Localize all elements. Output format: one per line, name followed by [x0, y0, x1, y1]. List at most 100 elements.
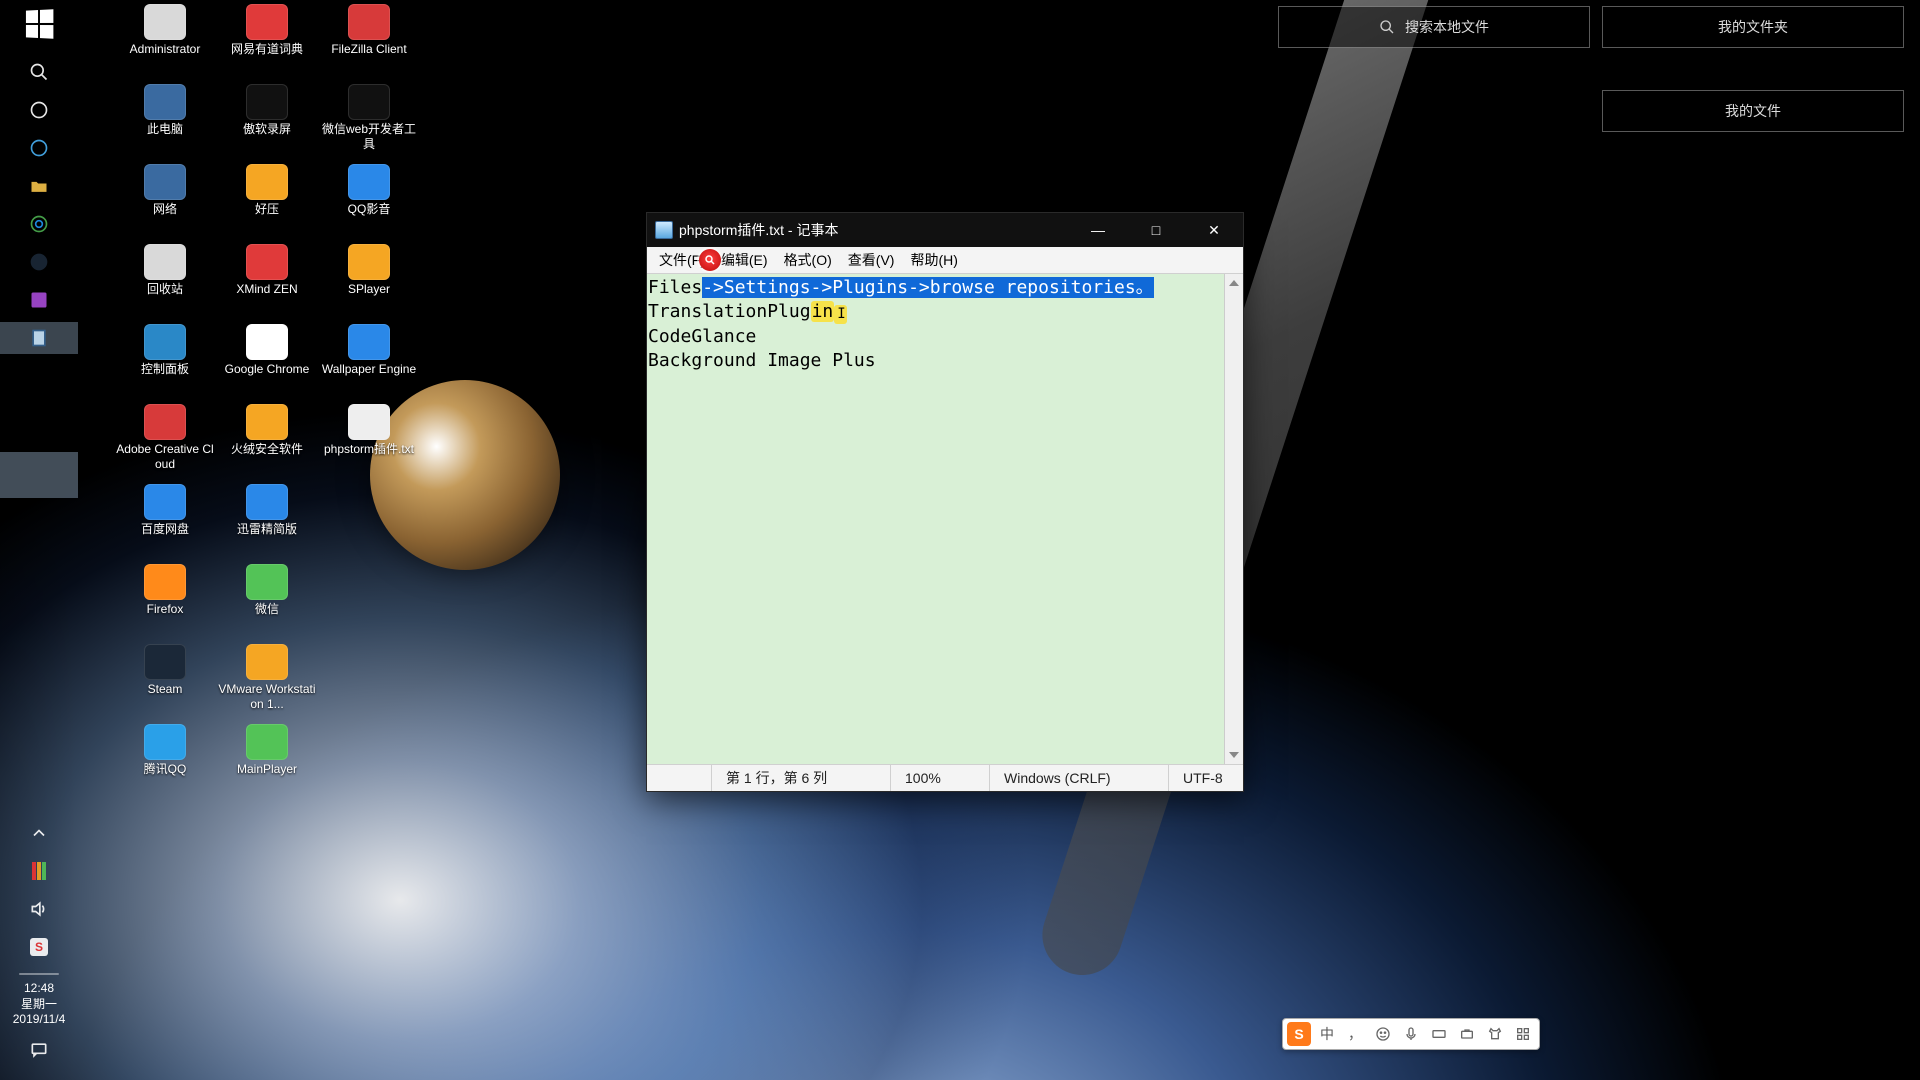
text-line-4: Background Image Plus: [648, 349, 1241, 373]
app-icon: [348, 244, 390, 280]
app-icon: [246, 4, 288, 40]
notepad-vertical-scrollbar[interactable]: [1224, 274, 1243, 764]
desktop-icon-icon[interactable]: 百度网盘: [114, 484, 216, 564]
search-icon[interactable]: [29, 56, 49, 88]
desktop-search-box[interactable]: 搜索本地文件: [1278, 6, 1590, 48]
desktop-icon-label: 迅雷精简版: [237, 522, 297, 537]
desktop-icon-wallpaper-engine[interactable]: Wallpaper Engine: [318, 324, 420, 404]
taskbar-app-notepad[interactable]: [0, 322, 78, 354]
text-line-1-lead: Files: [648, 277, 702, 298]
desktop-icon-label: 百度网盘: [141, 522, 189, 537]
ime-grid-button[interactable]: [1511, 1022, 1535, 1046]
desktop-icon-web[interactable]: 微信web开发者工具: [318, 84, 420, 164]
desktop-col-0: Administrator 此电脑网络回收站控制面板Adobe Creative …: [114, 4, 216, 804]
ime-keyboard-button[interactable]: [1427, 1022, 1451, 1046]
desktop-icon-firefox[interactable]: Firefox: [114, 564, 216, 644]
cortana-icon[interactable]: [29, 94, 49, 126]
taskbar-app-steam[interactable]: [29, 246, 49, 278]
desktop-icon-label: 网易有道词典: [231, 42, 303, 57]
desktop-icon-label: 微信: [255, 602, 279, 617]
desktop-icon-label: Administrator: [130, 42, 201, 57]
desktop-icon-icon[interactable]: 微信: [216, 564, 318, 644]
ime-toolbox-button[interactable]: [1455, 1022, 1479, 1046]
ime-toolbar[interactable]: S 中 ，: [1282, 1018, 1540, 1050]
start-button[interactable]: [26, 9, 53, 38]
app-icon: [246, 484, 288, 520]
desktop-icon-administrator[interactable]: Administrator: [114, 4, 216, 84]
tray-clock[interactable]: 12:48 星期一 2019/11/4: [13, 981, 66, 1028]
desktop-icon-label: MainPlayer: [237, 762, 297, 777]
desktop-icon-icon[interactable]: 控制面板: [114, 324, 216, 404]
menu-view[interactable]: 查看(V): [840, 248, 903, 272]
text-line-2-highlight: in: [811, 301, 835, 322]
desktop-icon-mainplayer[interactable]: MainPlayer: [216, 724, 318, 804]
desktop-icon-label: 微信web开发者工具: [320, 122, 418, 152]
ime-punct-toggle[interactable]: ，: [1343, 1022, 1367, 1046]
desktop-icon-icon[interactable]: 傲软录屏: [216, 84, 318, 164]
app-icon: [144, 164, 186, 200]
desktop-icon-steam[interactable]: Steam: [114, 644, 216, 724]
taskbar: S 12:48 星期一 2019/11/4: [0, 0, 78, 1080]
notepad-statusbar: 第 1 行，第 6 列 100% Windows (CRLF) UTF-8: [647, 764, 1243, 791]
tray-action-center-icon[interactable]: [29, 1034, 49, 1066]
desktop-icon-adobe-creative-cloud[interactable]: Adobe Creative Cloud: [114, 404, 216, 484]
ime-emoji-button[interactable]: [1371, 1022, 1395, 1046]
text-caret-icon: I: [834, 305, 846, 324]
desktop-icon-icon[interactable]: 此电脑: [114, 84, 216, 164]
desktop-icon-xmind-zen[interactable]: XMind ZEN: [216, 244, 318, 324]
desktop-icon-icon[interactable]: 好压: [216, 164, 318, 244]
desktop-icon-icon[interactable]: 迅雷精简版: [216, 484, 318, 564]
desktop-icon-google-chrome[interactable]: Google Chrome: [216, 324, 318, 404]
menu-format[interactable]: 格式(O): [776, 248, 840, 272]
desktop-panel-myfolders[interactable]: 我的文件夹: [1602, 6, 1904, 48]
desktop-panel-myfolders-label: 我的文件夹: [1718, 17, 1788, 37]
desktop-icon-label: 回收站: [147, 282, 183, 297]
notepad-text-area[interactable]: Files->Settings->Plugins->browse reposit…: [647, 274, 1243, 764]
app-icon: [144, 324, 186, 360]
desktop-icon-filezilla-client[interactable]: FileZilla Client: [318, 4, 420, 84]
desktop-icon-icon[interactable]: 回收站: [114, 244, 216, 324]
status-caret-position: 第 1 行，第 6 列: [711, 765, 890, 791]
desktop-panel-myfiles[interactable]: 我的文件: [1602, 90, 1904, 132]
desktop-icon-qq[interactable]: QQ影音: [318, 164, 420, 244]
maximize-button[interactable]: □: [1127, 213, 1185, 247]
tray-volume-icon[interactable]: [29, 893, 49, 925]
app-icon: [246, 564, 288, 600]
app-icon: [246, 244, 288, 280]
desktop-icon-label: 腾讯QQ: [144, 762, 187, 777]
app-icon: [144, 564, 186, 600]
desktop-icon-vmware-workstation-1[interactable]: VMware Workstation 1...: [216, 644, 318, 724]
ime-brand-icon[interactable]: S: [1287, 1022, 1311, 1046]
desktop-icon-icon[interactable]: 火绒安全软件: [216, 404, 318, 484]
minimize-button[interactable]: —: [1069, 213, 1127, 247]
desktop-icon-label: 网络: [153, 202, 177, 217]
app-icon: [144, 84, 186, 120]
desktop-icon-icon[interactable]: 网络: [114, 164, 216, 244]
app-icon: [144, 244, 186, 280]
desktop-icon-phpstorm-txt[interactable]: phpstorm插件.txt: [318, 404, 420, 484]
desktop-icon-label: SPlayer: [348, 282, 390, 297]
ime-lang-toggle[interactable]: 中: [1315, 1022, 1339, 1046]
taskbar-app-folder[interactable]: [29, 170, 49, 202]
taskbar-app-chrome[interactable]: [29, 208, 49, 240]
taskbar-app-phpstorm[interactable]: [29, 284, 49, 316]
close-button[interactable]: ✕: [1185, 213, 1243, 247]
ime-mic-button[interactable]: [1399, 1022, 1423, 1046]
app-icon: [144, 484, 186, 520]
desktop-icon-label: 傲软录屏: [243, 122, 291, 137]
ime-skin-button[interactable]: [1483, 1022, 1507, 1046]
tray-ime-indicator[interactable]: S: [30, 931, 48, 963]
desktop-icon-qq[interactable]: 腾讯QQ: [114, 724, 216, 804]
desktop-panel-myfiles-label: 我的文件: [1725, 101, 1781, 121]
taskbar-app-edge[interactable]: [29, 132, 49, 164]
menu-edit[interactable]: 编辑(E): [713, 248, 776, 272]
desktop-icon-icon[interactable]: 网易有道词典: [216, 4, 318, 84]
desktop-icon-splayer[interactable]: SPlayer: [318, 244, 420, 324]
desktop-icon-label: XMind ZEN: [236, 282, 297, 297]
desktop-icon-label: QQ影音: [348, 202, 391, 217]
menu-help[interactable]: 帮助(H): [902, 248, 965, 272]
notepad-titlebar[interactable]: phpstorm插件.txt - 记事本 — □ ✕: [647, 213, 1243, 247]
tray-huorong-icon[interactable]: [32, 855, 47, 887]
app-icon: [348, 404, 390, 440]
tray-chevron-up-icon[interactable]: [29, 817, 49, 849]
